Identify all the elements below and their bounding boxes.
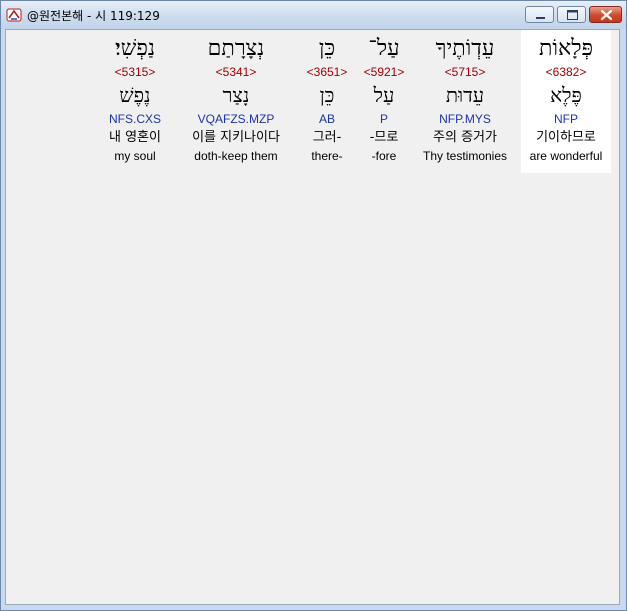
maximize-button[interactable] <box>557 6 586 23</box>
korean-gloss: 이를 지키나이다 <box>192 130 280 145</box>
korean-gloss: 그러- <box>312 130 342 145</box>
english-gloss: Thy testimonies <box>422 149 508 163</box>
strong-number[interactable]: <3651> <box>300 65 354 80</box>
english-gloss: my soul <box>114 149 156 163</box>
word-column-1[interactable]: פְּלָאוֹת <6382> פֶּלֶא NFP 기이하므로 are wo… <box>521 30 611 173</box>
hebrew-word: כֵּן <box>318 36 336 61</box>
english-gloss: are wonderful <box>529 149 603 163</box>
morphology-code: NFP.MYS <box>439 112 491 126</box>
hebrew-root: עַל <box>373 83 395 107</box>
strong-number[interactable]: <6382> <box>521 65 611 80</box>
morphology-code: NFS.CXS <box>108 112 161 126</box>
hebrew-root: נֶפֶשׁ <box>119 83 151 107</box>
strong-number[interactable]: <5921> <box>357 65 411 80</box>
korean-gloss: 내 영혼이 <box>109 130 161 145</box>
word-column-4[interactable]: כֵּן <3651> כֵּן AB 그러- there- <box>300 30 354 173</box>
hebrew-root: עֵדוּת <box>445 83 485 107</box>
word-column-2[interactable]: עֵדְוֹתֶיךָ <5715> עֵדוּת NFP.MYS 주의 증거가… <box>415 30 515 173</box>
window-title: @원전본해 - 시 119:129 <box>27 9 160 23</box>
interlinear-panel: פְּלָאוֹת <6382> פֶּלֶא NFP 기이하므로 are wo… <box>5 29 620 605</box>
maximize-icon <box>567 10 578 20</box>
english-gloss: doth-keep them <box>194 149 278 163</box>
morphology-code: AB <box>318 112 335 126</box>
strong-number[interactable]: <5715> <box>415 65 515 80</box>
word-column-5[interactable]: נְצָרָתַם <5341> נָצַר VQAFZS.MZP 이를 지키나… <box>176 30 296 173</box>
korean-gloss: 주의 증거가 <box>433 130 497 145</box>
english-gloss: -fore <box>371 149 397 163</box>
hebrew-word: עַל־ <box>368 36 400 61</box>
hebrew-word: נְצָרָתַם <box>207 36 265 61</box>
morphology-code: NFP <box>554 112 578 126</box>
english-gloss: there- <box>311 149 343 163</box>
strong-number[interactable]: <5315> <box>98 65 172 80</box>
minimize-button[interactable] <box>525 6 554 23</box>
word-column-6[interactable]: נַפְשִׁי׃ <5315> נֶפֶשׁ NFS.CXS 내 영혼이 my… <box>98 30 172 173</box>
app-logo-icon[interactable] <box>6 7 22 23</box>
morphology-code: VQAFZS.MZP <box>197 112 275 126</box>
hebrew-word: עֵדְוֹתֶיךָ <box>435 36 495 61</box>
minimize-icon <box>536 17 545 19</box>
word-column-3[interactable]: עַל־ <5921> עַל P -므로 -fore <box>357 30 411 173</box>
close-button[interactable] <box>589 6 622 23</box>
morphology-code: P <box>379 112 388 126</box>
app-window: @원전본해 - 시 119:129 פְּלָאוֹת <6382> פֶּלֶ… <box>0 0 627 611</box>
hebrew-root: כֵּן <box>319 83 335 107</box>
hebrew-word: פְּלָאוֹת <box>538 36 594 61</box>
strong-number[interactable]: <5341> <box>176 65 296 80</box>
hebrew-root: פֶּלֶא <box>550 83 582 107</box>
hebrew-word: נַפְשִׁי׃ <box>114 36 156 61</box>
korean-gloss: 기이하므로 <box>536 130 596 145</box>
korean-gloss: -므로 <box>369 130 399 145</box>
close-icon <box>600 9 613 21</box>
title-bar[interactable]: @원전본해 - 시 119:129 <box>1 1 626 29</box>
hebrew-root: נָצַר <box>222 83 250 107</box>
